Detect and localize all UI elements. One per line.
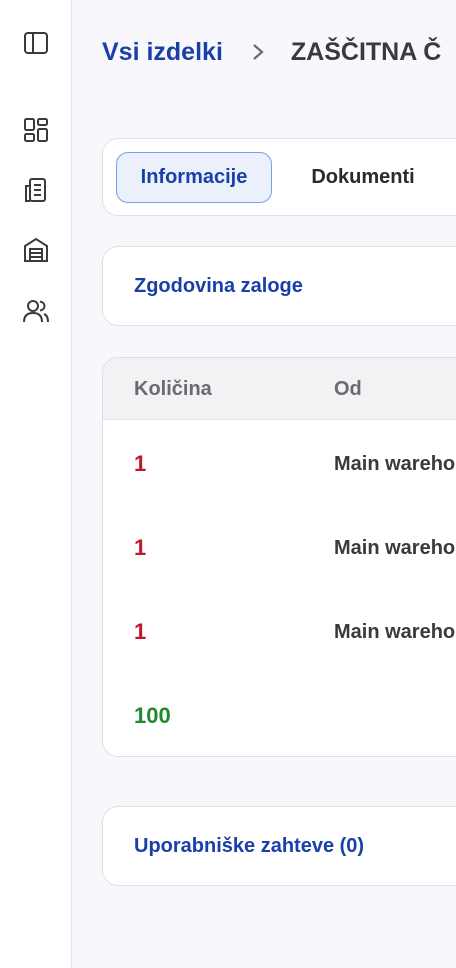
breadcrumb: Vsi izdelki ZAŠČITNA Č	[102, 36, 441, 68]
users-icon[interactable]	[20, 295, 52, 327]
stock-history-header[interactable]: Zgodovina zaloge	[102, 246, 456, 326]
sidebar-toggle-icon[interactable]	[20, 27, 52, 59]
row-from: Main wareho	[334, 621, 456, 643]
tabs-bar: Informacije Dokumenti	[102, 138, 456, 216]
tab-dokumenti[interactable]: Dokumenti	[293, 152, 433, 203]
stock-history-table: Količina Od 1 Main wareho 1 Main wareho …	[102, 357, 456, 757]
main-content: Vsi izdelki ZAŠČITNA Č Informacije Dokum…	[72, 0, 456, 968]
row-quantity: 1	[134, 451, 147, 476]
dashboard-icon[interactable]	[20, 114, 52, 146]
column-header-from: Od	[334, 378, 362, 400]
row-quantity: 100	[134, 703, 171, 728]
column-header-quantity: Količina	[134, 378, 212, 400]
row-from: Main wareho	[334, 537, 456, 559]
tab-informacije[interactable]: Informacije	[116, 152, 272, 203]
sidebar	[0, 0, 72, 968]
user-requests-header[interactable]: Uporabniške zahteve (0)	[102, 806, 456, 886]
warehouse-icon[interactable]	[20, 234, 52, 266]
row-quantity: 1	[134, 619, 147, 644]
chevron-right-icon	[253, 44, 264, 60]
breadcrumb-current: ZAŠČITNA Č	[290, 37, 442, 66]
stock-history-title: Zgodovina zaloge	[134, 275, 303, 297]
user-requests-title: Uporabniške zahteve (0)	[134, 835, 365, 857]
breadcrumb-all-products-link[interactable]: Vsi izdelki	[102, 38, 223, 67]
row-quantity: 1	[134, 535, 147, 560]
documents-icon[interactable]	[20, 174, 52, 206]
row-from: Main wareho	[334, 453, 456, 475]
table-header: Količina Od	[103, 358, 456, 420]
